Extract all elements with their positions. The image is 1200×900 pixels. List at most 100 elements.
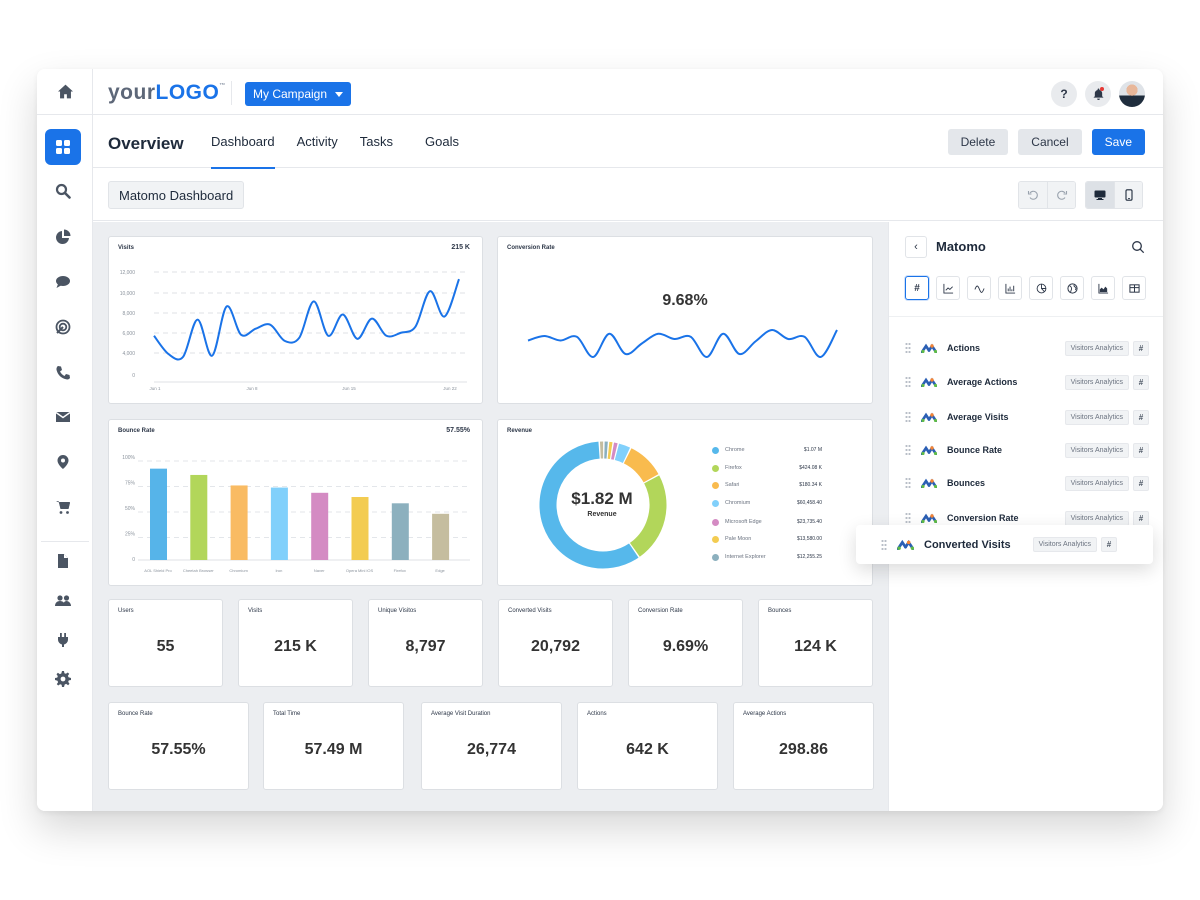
tab-activity[interactable]: Activity <box>297 115 338 168</box>
stat-card[interactable]: Users 55 <box>108 599 223 687</box>
viz-map-button[interactable] <box>1060 276 1084 300</box>
viz-line-chart-button[interactable] <box>936 276 960 300</box>
stat-card[interactable]: Converted Visits 20,792 <box>498 599 613 687</box>
mobile-view-button[interactable] <box>1114 182 1142 208</box>
stat-card[interactable]: Average Actions 298.86 <box>733 702 874 790</box>
sidebar-item-settings[interactable] <box>45 661 81 697</box>
sidebar-item-documents[interactable] <box>45 543 81 579</box>
metric-source-tag: Visitors Analytics <box>1064 475 1129 491</box>
app-window: yourLOGO™ My Campaign ? Overview Dashboa… <box>37 69 1163 811</box>
cancel-button[interactable]: Cancel <box>1018 129 1082 155</box>
revenue-total: $1.82 M <box>571 489 633 508</box>
sidebar-item-target[interactable] <box>45 309 81 345</box>
legend-item: Safari $180.34 K <box>712 482 822 490</box>
dragging-metric-card[interactable]: Converted Visits Visitors Analytics # <box>856 525 1153 564</box>
tab-tasks[interactable]: Tasks <box>360 115 393 168</box>
metric-name: Bounce Rate <box>947 445 1003 455</box>
bounce-rate-widget[interactable]: Bounce Rate 57.55% 0 25% 50% 75% 100% AOL Shi… <box>108 419 483 586</box>
sidebar-item-integrations[interactable] <box>45 622 81 658</box>
sidebar-item-chat[interactable] <box>45 264 81 300</box>
tab-goals[interactable]: Goals <box>425 115 459 168</box>
back-button[interactable]: ‹ <box>905 236 927 258</box>
stat-card[interactable]: Bounces 124 K <box>758 599 873 687</box>
metric-item[interactable]: Bounces Visitors Analytics # <box>905 471 1149 495</box>
drag-handle-icon[interactable] <box>905 512 911 524</box>
bar[interactable] <box>432 513 450 560</box>
phone-icon <box>56 366 70 380</box>
sidebar-item-dashboard[interactable] <box>45 129 81 165</box>
drag-handle-icon[interactable] <box>881 538 887 551</box>
viz-area-chart-button[interactable] <box>1091 276 1115 300</box>
sidebar-item-email[interactable] <box>45 399 81 435</box>
metric-item[interactable]: Average Visits Visitors Analytics # <box>905 405 1149 429</box>
donut-slice[interactable] <box>611 442 618 460</box>
campaign-dropdown[interactable]: My Campaign <box>245 82 352 106</box>
delete-button[interactable]: Delete <box>947 129 1009 155</box>
user-avatar[interactable] <box>1119 81 1145 107</box>
stat-card[interactable]: Visits 215 K <box>238 599 353 687</box>
y-tick-label: 8,000 <box>122 311 135 317</box>
sidebar-item-reports[interactable] <box>45 219 81 255</box>
sparkline-icon <box>973 285 985 293</box>
sidebar-item-locations[interactable] <box>45 444 81 480</box>
stat-card[interactable]: Actions 642 K <box>577 702 718 790</box>
bar[interactable] <box>190 474 208 560</box>
donut-slice[interactable] <box>623 448 659 483</box>
dashboard-name-field[interactable]: Matomo Dashboard <box>108 181 245 209</box>
metric-item[interactable]: Average Actions Visitors Analytics # <box>905 370 1149 394</box>
revenue-widget[interactable]: Revenue $1.82 M Revenue Chrome $1.07 M F… <box>497 419 873 586</box>
mobile-icon <box>1124 189 1133 201</box>
conversion-rate-widget[interactable]: Conversion Rate 9.68% <box>497 236 873 404</box>
desktop-view-button[interactable] <box>1086 182 1114 208</box>
sidebar-item-users[interactable] <box>45 583 81 619</box>
undo-button[interactable] <box>1019 182 1047 208</box>
x-tick-label: Opera Mini iOS <box>346 568 374 573</box>
bar[interactable] <box>270 487 288 560</box>
stat-card[interactable]: Total Time 57.49 M <box>263 702 404 790</box>
sidebar-item-calls[interactable] <box>45 355 81 391</box>
viz-pie-chart-button[interactable] <box>1029 276 1053 300</box>
chat-bubble-icon <box>56 276 70 288</box>
drag-handle-icon[interactable] <box>905 342 911 354</box>
stat-label: Unique Visitos <box>378 608 417 614</box>
stat-card[interactable]: Bounce Rate 57.55% <box>108 702 249 790</box>
notifications-button[interactable] <box>1085 81 1111 107</box>
drag-handle-icon[interactable] <box>905 411 911 423</box>
tab-dashboard[interactable]: Dashboard <box>211 115 275 169</box>
sidebar-item-home[interactable] <box>37 69 93 115</box>
drag-handle-icon[interactable] <box>905 444 911 456</box>
stat-card[interactable]: Conversion Rate 9.69% <box>628 599 743 687</box>
y-tick-label: 12,000 <box>120 270 136 276</box>
sidebar-item-search[interactable] <box>45 173 81 209</box>
stat-label: Bounce Rate <box>118 711 153 717</box>
metric-item[interactable]: Bounce Rate Visitors Analytics # <box>905 438 1149 462</box>
sidebar-item-ecommerce[interactable] <box>45 489 81 525</box>
bar[interactable] <box>230 485 248 560</box>
search-icon[interactable] <box>1131 240 1145 254</box>
viz-bar-chart-button[interactable] <box>998 276 1022 300</box>
drag-handle-icon[interactable] <box>905 477 911 489</box>
donut-slice[interactable] <box>614 443 631 464</box>
bar[interactable] <box>150 468 167 560</box>
bar[interactable] <box>351 497 369 560</box>
viz-sparkline-button[interactable] <box>967 276 991 300</box>
legend-label: Firefox <box>725 465 742 471</box>
metric-item[interactable]: Actions Visitors Analytics # <box>905 336 1149 360</box>
stat-card[interactable]: Average Visit Duration 26,774 <box>421 702 562 790</box>
top-bar: yourLOGO™ My Campaign ? <box>93 69 1163 115</box>
x-tick-label: Firefox <box>394 568 406 573</box>
drag-handle-icon[interactable] <box>905 376 911 388</box>
stat-card[interactable]: Unique Visitos 8,797 <box>368 599 483 687</box>
metric-source-tag: Visitors Analytics <box>1064 340 1129 356</box>
visualization-types: # <box>905 276 1146 300</box>
bar[interactable] <box>311 492 329 560</box>
viz-table-button[interactable] <box>1122 276 1146 300</box>
bar[interactable] <box>391 503 409 560</box>
matomo-logo-icon <box>921 343 937 353</box>
x-tick-label: Jun 15 <box>342 386 356 391</box>
visits-widget[interactable]: Visits 215 K 0 4,000 6,000 8,000 10,000 12,00… <box>108 236 483 404</box>
save-button[interactable]: Save <box>1091 129 1145 155</box>
help-button[interactable]: ? <box>1051 81 1077 107</box>
viz-number-button[interactable]: # <box>905 276 929 300</box>
redo-button[interactable] <box>1047 182 1075 208</box>
